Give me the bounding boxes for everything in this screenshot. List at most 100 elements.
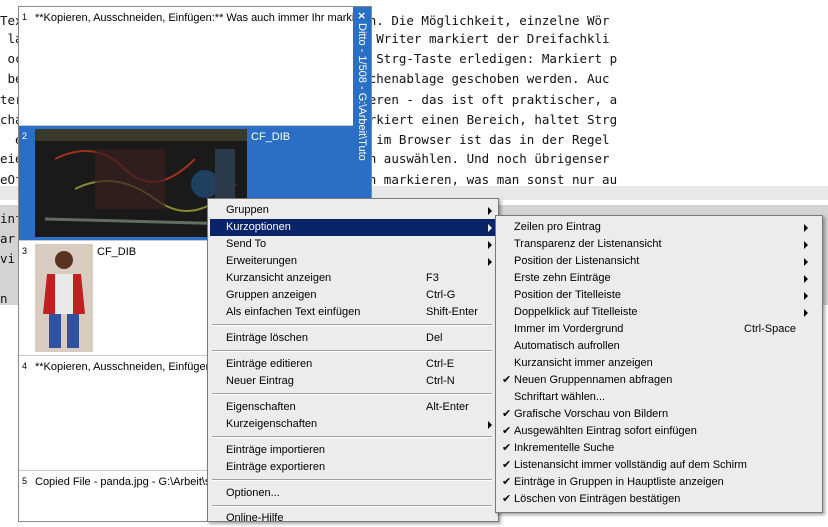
submenu-item-label: Transparenz der Listenansicht xyxy=(514,238,662,250)
submenu-item-label: Schriftart wählen... xyxy=(514,391,606,403)
submenu-arrow-icon xyxy=(804,241,808,249)
menu-shortcut: Ctrl-E xyxy=(426,358,455,370)
menu-item-als-text-einfuegen[interactable]: Als einfachen Text einfügen Shift-Enter xyxy=(210,304,496,321)
menu-separator xyxy=(212,393,492,395)
submenu-item[interactable]: ✔ Löschen von Einträgen bestätigen xyxy=(498,491,820,508)
checkmark-icon: ✔ xyxy=(502,442,512,454)
clip-text: **Kopieren, Ausschneiden, Einfüger xyxy=(35,361,210,373)
menu-item-kurzoptionen[interactable]: Kurzoptionen xyxy=(210,219,496,236)
menu-item-kurzansicht-anzeigen[interactable]: Kurzansicht anzeigen F3 xyxy=(210,270,496,287)
submenu-item-label: Position der Titelleiste xyxy=(514,289,621,301)
menu-item-eigenschaften[interactable]: Eigenschaften Alt-Enter xyxy=(210,399,496,416)
submenu-item[interactable]: ✔ Listenansicht immer vollständig auf dem… xyxy=(498,457,820,474)
submenu-item-label: Zeilen pro Eintrag xyxy=(514,221,601,233)
menu-item-eintraege-exportieren[interactable]: Einträge exportieren xyxy=(210,459,496,476)
clip-entry[interactable]: 1 **Kopieren, Ausschneiden, Einfügen:** … xyxy=(19,7,364,126)
menu-separator xyxy=(212,436,492,438)
submenu-arrow-icon xyxy=(488,258,492,266)
menu-item-eintraege-loeschen[interactable]: Einträge löschen Del xyxy=(210,330,496,347)
menu-separator xyxy=(212,479,492,481)
menu-item-label: Einträge editieren xyxy=(226,358,313,370)
menu-item-label: Kurzansicht anzeigen xyxy=(226,272,332,284)
checkmark-icon: ✔ xyxy=(502,493,512,505)
menu-item-eintraege-editieren[interactable]: Einträge editieren Ctrl-E xyxy=(210,356,496,373)
menu-item-online-hilfe[interactable]: Online-Hilfe xyxy=(210,510,496,527)
clip-text: Copied File - panda.jpg - G:\Arbeit\s xyxy=(35,476,211,488)
menu-item-label: Einträge löschen xyxy=(226,332,308,344)
submenu-item[interactable]: Immer im Vordergrund Ctrl-Space xyxy=(498,321,820,338)
submenu-item-label: Kurzansicht immer anzeigen xyxy=(514,357,653,369)
submenu-item-label: Inkrementelle Suche xyxy=(514,442,615,454)
submenu-arrow-icon xyxy=(488,224,492,232)
menu-item-erweiterungen[interactable]: Erweiterungen xyxy=(210,253,496,270)
menu-item-label: Gruppen anzeigen xyxy=(226,289,317,301)
clip-index: 2 xyxy=(22,131,28,141)
menu-shortcut: Alt-Enter xyxy=(426,401,469,413)
menu-item-eintraege-importieren[interactable]: Einträge importieren xyxy=(210,442,496,459)
checkmark-icon: ✔ xyxy=(502,374,512,386)
menu-item-label: Send To xyxy=(226,238,267,250)
submenu-item[interactable]: Automatisch aufrollen xyxy=(498,338,820,355)
submenu-item[interactable]: ✔ Inkrementelle Suche xyxy=(498,440,820,457)
clip-index: 1 xyxy=(22,12,28,22)
submenu-item-label: Grafische Vorschau von Bildern xyxy=(514,408,669,420)
menu-separator xyxy=(212,350,492,352)
close-icon[interactable]: × xyxy=(357,9,366,22)
submenu-item-label: Erste zehn Einträge xyxy=(514,272,611,284)
clip-format-label: CF_DIB xyxy=(251,131,291,143)
menu-item-label: Erweiterungen xyxy=(226,255,297,267)
menu-item-label: Optionen... xyxy=(226,487,280,499)
menu-item-gruppen-anzeigen[interactable]: Gruppen anzeigen Ctrl-G xyxy=(210,287,496,304)
menu-item-gruppen[interactable]: Gruppen xyxy=(210,202,496,219)
menu-item-label: Gruppen xyxy=(226,204,269,216)
submenu-item[interactable]: ✔ Neuen Gruppennamen abfragen xyxy=(498,372,820,389)
submenu-item[interactable]: Schriftart wählen... xyxy=(498,389,820,406)
clip-index: 5 xyxy=(22,476,28,486)
submenu-item[interactable]: Zeilen pro Eintrag xyxy=(498,219,820,236)
menu-separator xyxy=(212,505,492,507)
checkmark-icon: ✔ xyxy=(502,476,512,488)
submenu-item[interactable]: Kurzansicht immer anzeigen xyxy=(498,355,820,372)
submenu-arrow-icon xyxy=(804,258,808,266)
clip-format-label: CF_DIB xyxy=(97,246,137,258)
menu-item-kurzeigenschaften[interactable]: Kurzeigenschaften xyxy=(210,416,496,433)
submenu-item[interactable]: ✔ Einträge in Gruppen in Hauptliste anzei… xyxy=(498,474,820,491)
menu-item-label: Kurzeigenschaften xyxy=(226,418,318,430)
submenu-item[interactable]: Doppelklick auf Titelleiste xyxy=(498,304,820,321)
submenu-item[interactable]: Erste zehn Einträge xyxy=(498,270,820,287)
submenu-item[interactable]: ✔ Grafische Vorschau von Bildern xyxy=(498,406,820,423)
submenu-item-label: Ausgewählten Eintrag sofort einfügen xyxy=(514,425,697,437)
submenu-item-label: Automatisch aufrollen xyxy=(514,340,620,352)
ditto-title: Ditto - 1/508 - G:\Arbeit\Tuto xyxy=(356,23,368,161)
submenu-item-label: Immer im Vordergrund xyxy=(514,323,624,335)
submenu-shortcut: Ctrl-Space xyxy=(744,323,796,335)
menu-item-label: Einträge exportieren xyxy=(226,461,326,473)
submenu-item[interactable]: Position der Listenansicht xyxy=(498,253,820,270)
submenu-item-label: Position der Listenansicht xyxy=(514,255,640,267)
submenu-item[interactable]: ✔ Ausgewählten Eintrag sofort einfügen xyxy=(498,423,820,440)
menu-item-label: Eigenschaften xyxy=(226,401,296,413)
checkmark-icon: ✔ xyxy=(502,425,512,437)
submenu-item[interactable]: Position der Titelleiste xyxy=(498,287,820,304)
menu-item-send-to[interactable]: Send To xyxy=(210,236,496,253)
submenu-arrow-icon xyxy=(488,421,492,429)
clip-image-thumbnail xyxy=(35,244,93,352)
context-menu[interactable]: Gruppen Kurzoptionen Send To Erweiterung… xyxy=(207,198,499,524)
clip-index: 4 xyxy=(22,361,28,371)
submenu-arrow-icon xyxy=(488,207,492,215)
submenu-item-label: Einträge in Gruppen in Hauptliste anzeig… xyxy=(514,476,724,488)
menu-item-label: Einträge importieren xyxy=(226,444,326,456)
menu-item-label: Kurzoptionen xyxy=(226,221,291,233)
menu-shortcut: F3 xyxy=(426,272,439,284)
menu-shortcut: Shift-Enter xyxy=(426,306,478,318)
submenu-arrow-icon xyxy=(804,224,808,232)
menu-item-optionen[interactable]: Optionen... xyxy=(210,485,496,502)
checkmark-icon: ✔ xyxy=(502,408,512,420)
menu-shortcut: Ctrl-G xyxy=(426,289,456,301)
submenu-item[interactable]: Transparenz der Listenansicht xyxy=(498,236,820,253)
menu-item-label: Neuer Eintrag xyxy=(226,375,294,387)
menu-item-neuer-eintrag[interactable]: Neuer Eintrag Ctrl-N xyxy=(210,373,496,390)
submenu-item-label: Doppelklick auf Titelleiste xyxy=(514,306,638,318)
kurzoptionen-submenu[interactable]: Zeilen pro Eintrag Transparenz der Listen… xyxy=(495,215,823,513)
submenu-arrow-icon xyxy=(488,241,492,249)
